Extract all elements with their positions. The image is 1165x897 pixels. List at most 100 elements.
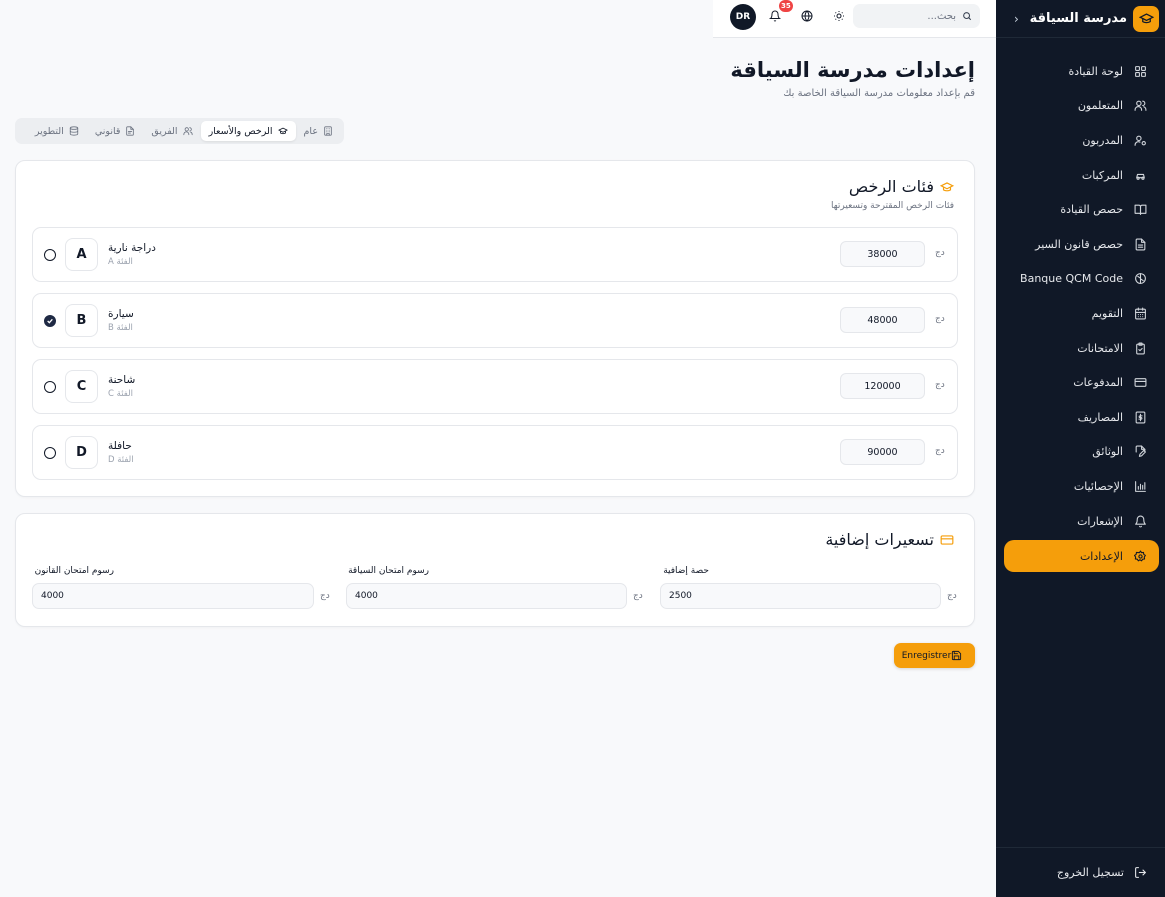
currency-label: دج [935,446,945,456]
license-category: الفئة D [108,455,134,465]
sidebar-item-label: حصص القيادة [1060,203,1123,217]
tab[interactable]: الفريق [143,121,200,141]
sidebar-item[interactable]: Banque QCM Code [1004,262,1159,297]
sidebar-item[interactable]: الوثائق [1004,435,1159,470]
sidebar-item-label: التقويم [1091,306,1123,320]
sidebar-item[interactable]: المدفوعات [1004,365,1159,400]
sidebar-item-label: المدربون [1082,133,1123,147]
license-letter: C [65,370,98,403]
sidebar-item[interactable]: المتعلمون [1004,89,1159,124]
save-icon [951,650,962,661]
extra-field-input[interactable]: 2500 [660,583,941,609]
save-button[interactable]: Enregistrer [894,643,975,668]
sidebar-item[interactable]: الإعدادات [1004,540,1159,573]
sidebar-item[interactable]: الامتحانات [1004,331,1159,366]
currency-label: دج [935,314,945,324]
credit-card-icon [940,533,954,547]
theme-toggle-button[interactable] [832,9,846,23]
license-price-input[interactable]: 120000 [840,373,925,399]
brand-title: مدرسة السياقة [1029,11,1127,26]
user-avatar[interactable]: DR [730,4,756,30]
save-label: Enregistrer [901,650,952,661]
currency-label: دج [935,248,945,258]
sidebar-item-label: الامتحانات [1077,341,1123,355]
sidebar-item-label: المتعلمون [1077,99,1123,113]
file-edit-icon [1133,445,1147,459]
tab[interactable]: عام [296,121,341,141]
language-button[interactable] [800,9,814,23]
license-price-input[interactable]: 90000 [840,439,925,465]
license-radio[interactable] [44,381,56,393]
search-icon [962,11,972,21]
license-option-row[interactable]: B سيارة الفئة B 48000 دج [32,293,958,348]
tab[interactable]: الرخص والأسعار [200,121,296,141]
license-card-title-text: فئات الرخص [848,177,934,196]
sidebar-item-label: لوحة القيادة [1068,64,1123,78]
license-radio[interactable] [44,315,56,327]
tab-label: عام [303,125,318,137]
user-cog-icon [1133,133,1147,147]
sidebar-item[interactable]: الإحصائيات [1004,469,1159,504]
collapse-sidebar-button[interactable]: ‹ [1010,12,1019,26]
page-title: إعدادات مدرسة السياقة [730,58,975,82]
file-text-icon [1133,237,1147,251]
sidebar-item-label: حصص قانون السير [1035,237,1123,251]
logout-label: تسجيل الخروج [1056,866,1124,879]
tab-label: الرخص والأسعار [208,125,273,137]
notifications-button[interactable] [768,9,782,23]
sidebar-item[interactable]: الإشعارات [1004,504,1159,539]
sidebar-item[interactable]: لوحة القيادة [1004,54,1159,89]
tab-label: التطوير [34,125,64,137]
currency-label: دج [935,380,945,390]
logout-icon [1134,866,1147,879]
extra-field-label: رسوم امتحان القانون [34,566,114,576]
license-category: الفئة C [108,389,134,399]
license-option-row[interactable]: D حافلة الفئة D 90000 دج [32,425,958,480]
file-icon [125,126,135,136]
users-icon [1133,99,1147,113]
license-option-row[interactable]: C شاحنة الفئة C 120000 دج [32,359,958,414]
topbar: بحث... 35 DR [713,0,996,38]
sidebar-item-label: المركبات [1081,168,1123,182]
license-card-subtitle: فئات الرخص المقترحة وتسعيرتها [831,201,954,211]
extra-field-input[interactable]: 4000 [32,583,314,609]
license-name: حافلة [108,440,132,452]
building-icon [323,126,333,136]
extra-card-title: تسعيرات إضافية [825,530,954,549]
sidebar-item[interactable]: المدربون [1004,123,1159,158]
sidebar: مدرسة السياقة ‹ لوحة القيادة المتعلمون الم… [996,0,1165,897]
license-radio[interactable] [44,447,56,459]
extra-card-title-text: تسعيرات إضافية [825,530,934,549]
license-letter: A [65,238,98,271]
sidebar-item-label: الإشعارات [1077,514,1123,528]
tab[interactable]: التطوير [27,121,87,141]
license-letter: B [65,304,98,337]
search-input[interactable]: بحث... [853,4,980,28]
sidebar-item-label: الوثائق [1092,445,1123,459]
currency-label: دج [947,591,957,601]
tab[interactable]: قانوني [87,121,144,141]
grid-icon [1133,64,1147,78]
license-option-row[interactable]: A دراجة نارية الفئة A 38000 دج [32,227,958,282]
sidebar-item-label: Banque QCM Code [1020,272,1123,286]
database-icon [69,126,79,136]
graduation-cap-icon [277,126,288,136]
license-card-title: فئات الرخص [849,177,954,196]
extra-pricing-card: تسعيرات إضافية حصة إضافية 2500 دج رسوم امتح… [15,513,975,627]
license-price-input[interactable]: 38000 [840,241,925,267]
sidebar-item[interactable]: حصص القيادة [1004,192,1159,227]
sidebar-item[interactable]: التقويم [1004,296,1159,331]
settings-tabs: عام الرخص والأسعار الفريق قانوني التطوير [15,118,344,144]
car-icon [1133,168,1147,182]
bar-chart-icon [1133,479,1147,493]
receipt-icon [1133,410,1147,424]
extra-field-input[interactable]: 4000 [346,583,627,609]
license-price-input[interactable]: 48000 [840,307,925,333]
logout-button[interactable]: تسجيل الخروج [996,847,1165,897]
license-radio[interactable] [44,249,56,261]
sidebar-item[interactable]: المصاريف [1004,400,1159,435]
sidebar-item[interactable]: المركبات [1004,158,1159,193]
book-open-icon [1133,203,1147,217]
sidebar-nav: لوحة القيادة المتعلمون المدربون المركبات حصص… [996,38,1165,573]
sidebar-item[interactable]: حصص قانون السير [1004,227,1159,262]
